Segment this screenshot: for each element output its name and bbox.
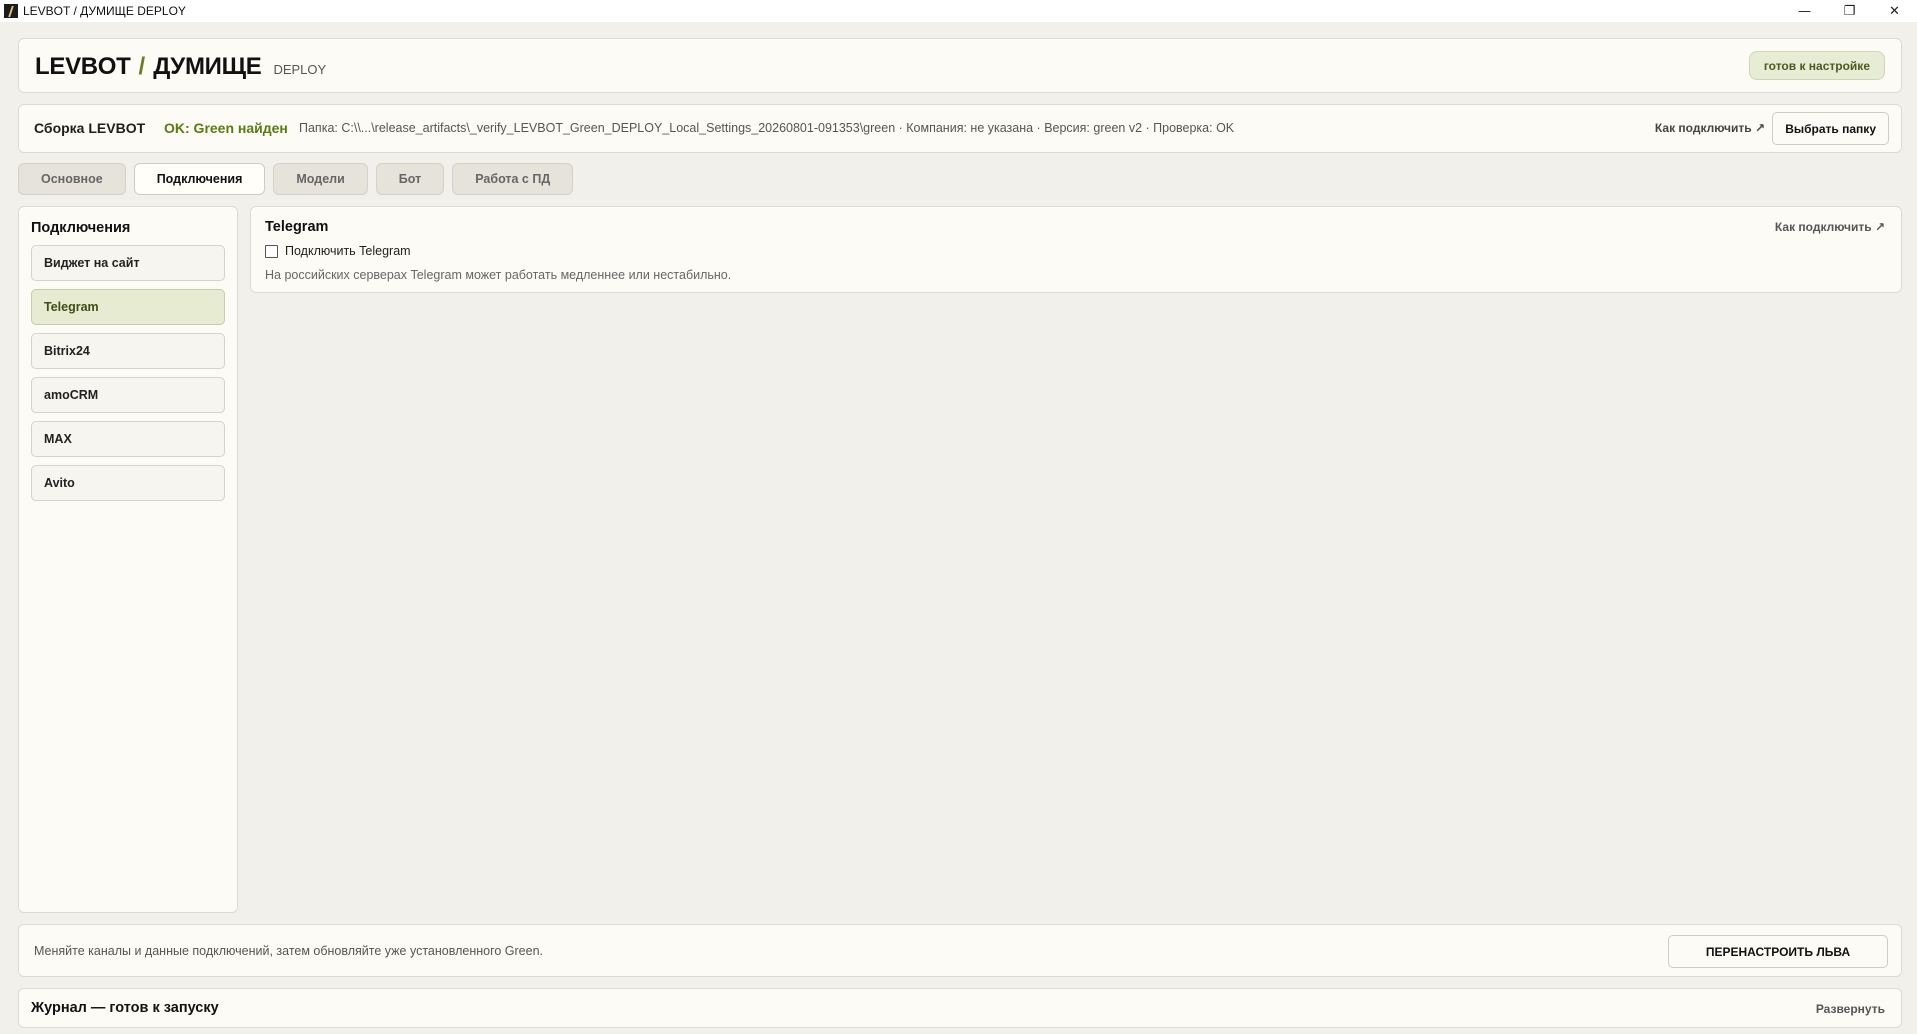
sidebar-item-telegram[interactable]: Telegram	[31, 289, 225, 325]
sidebar-title: Подключения	[31, 220, 131, 236]
tab-basic[interactable]: Основное	[18, 163, 126, 195]
build-info: Папка: C:\\...\release_artifacts\_verify…	[299, 121, 1235, 135]
app-logo-icon	[4, 4, 18, 18]
telegram-connect-label[interactable]: Подключить Telegram	[285, 244, 411, 258]
journal-expand-link[interactable]: Развернуть	[1816, 1002, 1885, 1016]
sidebar-item-amocrm[interactable]: amoCRM	[31, 377, 225, 413]
journal-title: Журнал — готов к запуску	[31, 1000, 219, 1016]
telegram-note: На российских серверах Telegram может ра…	[265, 268, 732, 282]
main-tabs: Основное Подключения Модели Бот Работа с…	[18, 163, 574, 195]
telegram-connect-row[interactable]: Подключить Telegram	[265, 244, 411, 258]
brand-slash: /	[138, 53, 146, 80]
brand-primary: LEVBOT	[35, 53, 131, 80]
tab-personal-data[interactable]: Работа с ПД	[452, 163, 574, 195]
sidebar-item-bitrix24[interactable]: Bitrix24	[31, 333, 225, 369]
build-howto-link[interactable]: Как подключить ↗	[1655, 121, 1765, 135]
brand-suffix: DEPLOY	[273, 62, 327, 77]
choose-folder-button[interactable]: Выбрать папку	[1772, 112, 1889, 145]
tab-bot[interactable]: Бот	[375, 163, 445, 195]
telegram-title: Telegram	[265, 219, 329, 235]
action-bar: Меняйте каналы и данные подключений, зат…	[18, 924, 1902, 977]
reconfigure-button[interactable]: ПЕРЕНАСТРОИТЬ ЛЬВА	[1668, 935, 1888, 968]
tab-connections[interactable]: Подключения	[133, 163, 266, 195]
telegram-howto-link[interactable]: Как подключить ↗	[1775, 220, 1885, 234]
connections-sidebar: Подключения Виджет на сайт Telegram Bitr…	[18, 206, 238, 913]
sidebar-list: Виджет на сайт Telegram Bitrix24 amoCRM …	[31, 245, 225, 509]
tab-models[interactable]: Модели	[273, 163, 368, 195]
window-titlebar: LEVBOT / ДУМИЩЕ DEPLOY — ❐ ✕	[0, 0, 1917, 22]
window-controls: — ❐ ✕	[1782, 0, 1917, 22]
close-icon[interactable]: ✕	[1872, 0, 1917, 22]
restore-icon[interactable]: ❐	[1827, 0, 1872, 22]
sidebar-item-widget[interactable]: Виджет на сайт	[31, 245, 225, 281]
brand-secondary: ДУМИЩЕ	[153, 53, 262, 80]
sidebar-item-max[interactable]: MAX	[31, 421, 225, 457]
app-header: LEVBOT / ДУМИЩЕ DEPLOY готов к настройке	[18, 38, 1902, 93]
build-bar: Сборка LEVBOT OK: Green найден Папка: C:…	[18, 104, 1902, 153]
build-label: Сборка LEVBOT	[34, 120, 146, 136]
build-status: OK: Green найден	[164, 120, 288, 136]
sidebar-item-avito[interactable]: Avito	[31, 465, 225, 501]
status-badge: готов к настройке	[1748, 51, 1885, 80]
brand: LEVBOT / ДУМИЩЕ DEPLOY	[35, 53, 326, 81]
window-title: LEVBOT / ДУМИЩЕ DEPLOY	[23, 4, 186, 18]
journal-bar: Журнал — готов к запуску Развернуть	[18, 988, 1902, 1028]
telegram-panel: Telegram Как подключить ↗ Подключить Tel…	[250, 206, 1902, 293]
minimize-icon[interactable]: —	[1782, 0, 1827, 22]
telegram-connect-checkbox[interactable]	[265, 244, 278, 258]
action-message: Меняйте каналы и данные подключений, зат…	[34, 944, 544, 958]
